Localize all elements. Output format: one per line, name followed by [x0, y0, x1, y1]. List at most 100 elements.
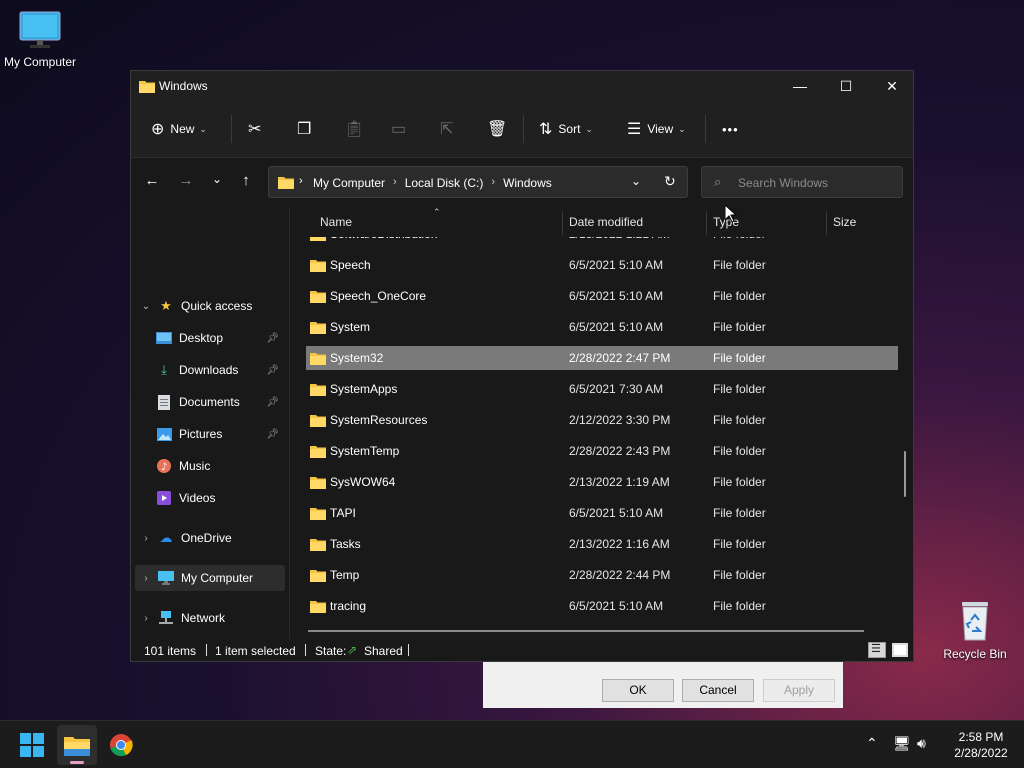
file-row[interactable]: SoftwareDistribution 2/13/2022 1:21 AM Fil… — [306, 237, 898, 246]
nav-item-downloads[interactable]: ⤓ Downloads 📌︎ — [155, 357, 285, 383]
paste-button[interactable]: 📋︎ — [344, 117, 370, 141]
up-button[interactable]: ↑ — [234, 172, 258, 192]
volume-icon[interactable]: 🔊︎ — [917, 735, 926, 752]
nav-quick-access[interactable]: ⌄ ★ Quick access — [135, 293, 285, 319]
nav-label: My Computer — [181, 571, 254, 585]
nav-label: Documents — [179, 395, 240, 409]
address-bar[interactable]: › My Computer › Local Disk (C:) › Window… — [268, 166, 688, 198]
music-icon: ♪ — [155, 458, 173, 474]
ok-button[interactable]: OK — [602, 679, 674, 702]
breadcrumb-windows[interactable]: Windows — [503, 176, 552, 190]
details-view-button[interactable]: ☰ — [868, 642, 886, 658]
forward-button[interactable]: → — [174, 172, 198, 192]
nav-network[interactable]: › Network — [135, 605, 285, 631]
column-divider[interactable] — [706, 211, 707, 235]
taskbar-file-explorer[interactable] — [57, 725, 97, 765]
title-bar[interactable]: Windows — ☐ ✕ — [131, 71, 913, 101]
file-row[interactable]: Speech_OneCore 6/5/2021 5:10 AM File folde… — [306, 284, 898, 308]
chevron-right-icon[interactable]: › — [135, 613, 157, 624]
nav-onedrive[interactable]: › ☁ OneDrive — [135, 525, 285, 551]
file-type: File folder — [713, 258, 766, 272]
tiles-view-button[interactable] — [891, 642, 908, 658]
column-header-date[interactable]: Date modified — [569, 215, 643, 235]
file-row[interactable]: System 6/5/2021 5:10 AM File folder — [306, 315, 898, 339]
navigation-bar: ← → ⌄ ↑ › My Computer › Local Disk (C:) … — [131, 158, 913, 206]
plus-circle-icon: ⊕ — [151, 121, 165, 138]
nav-item-desktop[interactable]: Desktop 📌︎ — [155, 325, 285, 351]
recent-locations-button[interactable]: ⌄ — [205, 172, 229, 192]
file-row[interactable]: System32 2/28/2022 2:47 PM File folder — [306, 346, 898, 370]
cloud-icon: ☁ — [159, 530, 173, 545]
state-value: Shared — [364, 644, 403, 658]
new-button[interactable]: ⊕ New ⌄ — [151, 117, 207, 141]
start-button[interactable] — [12, 725, 52, 765]
network-status-icon[interactable]: 🖥︎ — [893, 735, 911, 752]
rename-icon: ▭ — [391, 121, 407, 138]
horizontal-scrollbar[interactable] — [308, 630, 864, 632]
copy-icon: ❐ — [297, 121, 312, 138]
nav-my-computer[interactable]: › My Computer — [135, 565, 285, 591]
share-button[interactable]: ⇱ — [440, 117, 459, 141]
trash-icon: 🗑︎ — [487, 121, 508, 138]
nav-item-documents[interactable]: Documents 📌︎ — [155, 389, 285, 415]
column-header-name[interactable]: Name — [320, 215, 352, 235]
close-button[interactable]: ✕ — [869, 71, 915, 101]
refresh-icon[interactable]: ↻ — [664, 173, 676, 190]
more-options-button[interactable]: ••• — [722, 117, 739, 141]
file-row[interactable]: SysWOW64 2/13/2022 1:19 AM File folder — [306, 470, 898, 494]
cut-button[interactable]: ✂ — [248, 117, 267, 141]
clock-time: 2:58 PM — [958, 730, 1004, 744]
maximize-button[interactable]: ☐ — [823, 71, 869, 101]
search-input[interactable] — [736, 174, 890, 192]
cancel-button[interactable]: Cancel — [682, 679, 754, 702]
file-row[interactable]: Speech 6/5/2021 5:10 AM File folder — [306, 253, 898, 277]
delete-button[interactable]: 🗑︎ — [487, 117, 513, 141]
nav-item-pictures[interactable]: Pictures 📌︎ — [155, 421, 285, 447]
search-box[interactable]: ⌕ — [701, 166, 903, 198]
minimize-button[interactable]: — — [777, 71, 823, 101]
rename-button[interactable]: ▭ — [391, 117, 412, 141]
chevron-right-icon[interactable]: › — [135, 573, 157, 584]
file-row[interactable]: TAPI 6/5/2021 5:10 AM File folder — [306, 501, 898, 525]
apply-button[interactable]: Apply — [763, 679, 835, 702]
file-date: 6/5/2021 5:10 AM — [569, 258, 664, 272]
file-row[interactable]: SystemResources 2/12/2022 3:30 PM File fol… — [306, 408, 898, 432]
view-button[interactable]: ☰ View ⌄ — [627, 117, 686, 141]
column-divider[interactable] — [562, 211, 563, 235]
clock[interactable]: 2:58 PM 2/28/2022 — [946, 729, 1016, 761]
status-divider — [408, 644, 409, 656]
file-row[interactable]: tracing 6/5/2021 5:10 AM File folder — [306, 594, 898, 617]
breadcrumb-local-disk[interactable]: Local Disk (C:) — [405, 176, 484, 190]
desktop-icon-recycle-bin[interactable]: Recycle Bin — [935, 598, 1015, 661]
sort-button[interactable]: ⇅ Sort ⌄ — [539, 117, 593, 141]
pin-icon: 📌︎ — [266, 428, 279, 440]
back-button[interactable]: ← — [140, 172, 164, 192]
file-row[interactable]: Tasks 2/13/2022 1:16 AM File folder — [306, 532, 898, 556]
window-title: Windows — [159, 79, 208, 93]
file-row[interactable]: SystemTemp 2/28/2022 2:43 PM File folder — [306, 439, 898, 463]
file-name: SysWOW64 — [330, 475, 396, 489]
folder-icon — [310, 569, 326, 582]
crumb-separator-icon: › — [393, 176, 397, 188]
nav-item-videos[interactable]: Videos — [155, 485, 285, 511]
chevron-up-icon[interactable]: ⌃ — [866, 735, 878, 752]
chevron-right-icon[interactable]: › — [135, 533, 157, 544]
file-name-cell: Speech_OneCore — [310, 289, 426, 303]
breadcrumb-my-computer[interactable]: My Computer — [313, 176, 385, 190]
column-header-size[interactable]: Size — [833, 215, 856, 235]
copy-button[interactable]: ❐ — [297, 117, 317, 141]
nav-label: Videos — [179, 491, 216, 505]
pin-icon: 📌︎ — [266, 364, 279, 376]
star-icon: ★ — [160, 298, 172, 313]
address-history-chevron-icon[interactable]: ⌄ — [631, 174, 641, 188]
vertical-scrollbar-thumb[interactable] — [904, 451, 906, 497]
file-row[interactable]: Temp 2/28/2022 2:44 PM File folder — [306, 563, 898, 587]
status-divider — [206, 644, 207, 656]
nav-item-music[interactable]: ♪ Music — [155, 453, 285, 479]
desktop-icon-my-computer[interactable]: My Computer — [0, 10, 80, 69]
file-row[interactable]: SystemApps 6/5/2021 7:30 AM File folder — [306, 377, 898, 401]
taskbar-chrome[interactable] — [101, 725, 141, 765]
chevron-down-icon[interactable]: ⌄ — [135, 301, 157, 312]
column-divider[interactable] — [826, 211, 827, 235]
folder-icon — [310, 290, 326, 303]
